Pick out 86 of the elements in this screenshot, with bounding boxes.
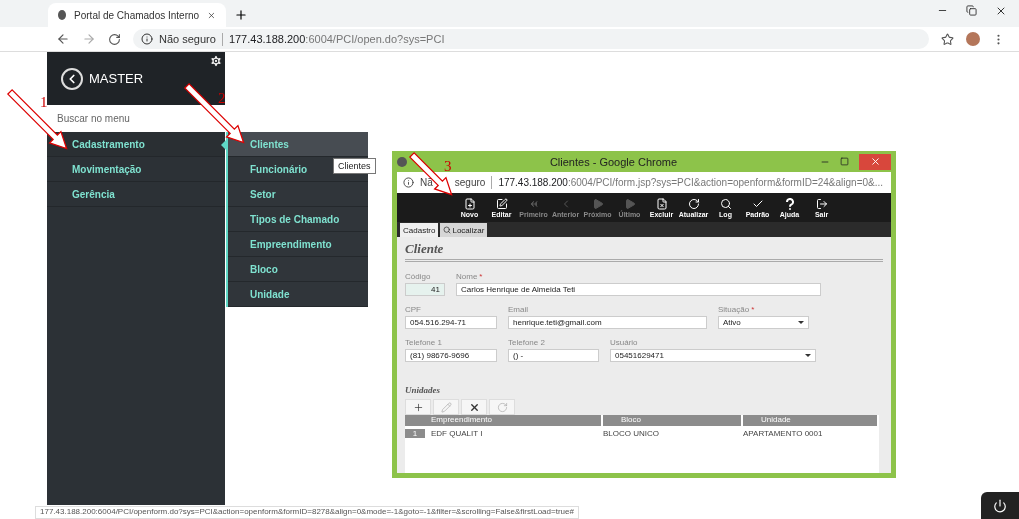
required-mark: * [751,305,755,314]
info-icon [141,33,153,45]
delete-file-icon [655,197,668,210]
menu-item[interactable]: Gerência [47,182,225,207]
exit-icon [815,197,828,210]
new-file-icon [463,197,476,210]
address-bar[interactable]: Não seguro 177.43.188.200:6004/PCI/open.do?sys=PCI [133,29,929,49]
submenu-item[interactable]: Bloco [228,257,368,282]
field-label: CPF [405,305,421,314]
security-label: seguro [454,177,486,188]
form-tab[interactable]: Cadastro [400,223,439,237]
table-cell: APARTAMENTO 0001 [743,428,823,438]
tooltip: Clientes [333,158,376,174]
url-text: 177.43.188.200:6004/PCI/open.do?sys=PCI [228,33,445,45]
new-tab-icon[interactable] [234,8,248,22]
url-text: 177.43.188.200:6004/PCI/form.jsp?sys=PCI&action=openform&formID=24&align=0&... [498,177,884,188]
close-icon [869,156,881,167]
refresh-icon [496,401,508,413]
reload-icon[interactable] [108,32,121,46]
submenu-item[interactable]: Setor [228,182,368,207]
section-title: Cliente [405,241,883,262]
arrow-icon [183,82,246,145]
select-field[interactable]: Ativo [718,316,809,329]
field-label: Usuário [610,338,638,347]
site-logo-icon [58,10,67,20]
avatar-icon[interactable] [966,32,980,46]
next-icon [623,197,636,210]
annotation-number: 2 [218,90,226,107]
edit-icon [495,197,508,210]
status-url: 177.43.188.200:6004/PCI/openform.do?sys=PCI&action=openform&formID=8278&align=0&mode=-1&goto=-1&filter=&scrolling=False&firstLoad=true# [35,506,579,519]
row-number: 1 [405,428,425,438]
submenu-item[interactable]: Empreendimento [228,232,368,257]
field-label: Nome [456,272,478,281]
restore-icon[interactable] [966,5,977,16]
back-icon[interactable] [56,32,70,46]
input-field[interactable]: Carlos Henrique de Almeida Teti [456,283,821,296]
input-field[interactable]: henrique.teti@gmail.com [508,316,707,329]
site-logo-icon [397,156,407,167]
settings-icon[interactable] [209,54,223,68]
sidebar-title: MASTER [89,71,144,86]
window-title: Clientes - Google Chrome [549,155,678,168]
power-button[interactable] [981,492,1019,519]
add-icon [412,401,424,413]
power-icon [993,498,1007,513]
browser-tab[interactable]: Portal de Chamados Interno [48,3,226,27]
close-icon[interactable] [995,5,1007,17]
play-icon [591,197,604,210]
field-label: Email [508,305,528,314]
search-icon [443,226,452,234]
submenu-item[interactable]: Unidade [228,282,368,307]
security-label: Nã [420,177,433,188]
field-label: Telefone 1 [405,338,442,347]
menu-item[interactable]: Movimentação [47,157,225,182]
field-label: Código [405,272,431,281]
pencil-icon [440,401,452,413]
search-field[interactable]: Buscar no menu [47,105,225,132]
column-header: Unidade [743,415,879,426]
field-label: Situação [718,305,750,314]
refresh-icon [687,197,700,210]
close-icon [468,401,480,413]
input-field[interactable]: 054.516.294-71 [405,316,497,329]
select-field[interactable]: 05451629471 [610,349,816,362]
field-label: Telefone 2 [508,338,545,347]
submenu-item[interactable]: Clientes [228,132,368,157]
grid-tool-button[interactable] [405,399,431,415]
subsection-title: Unidades [405,385,441,395]
table-cell: BLOCO UNICO [603,428,659,438]
annotation-number: 3 [444,158,452,175]
form-tab[interactable]: Localizar [440,223,488,237]
help-icon [783,197,796,210]
security-label: Não seguro [159,33,216,45]
column-header: Bloco [603,415,743,426]
info-icon [403,177,414,188]
annotation-number: 1 [40,94,48,111]
grid-tool-button[interactable] [461,399,487,415]
column-header: Empreendimento [413,415,603,426]
table-cell: EDF QUALIT I [431,428,483,438]
input-field[interactable]: () - [508,349,599,362]
back-button[interactable] [61,67,83,90]
input-field[interactable]: (81) 98676-9696 [405,349,497,362]
submenu-item[interactable]: Tipos de Chamado [228,207,368,232]
input-field[interactable]: 41 [405,283,445,296]
bookmark-star-icon[interactable] [941,32,954,46]
required-mark: * [479,272,483,281]
maximize-icon[interactable] [840,157,849,166]
search-icon [719,197,732,210]
